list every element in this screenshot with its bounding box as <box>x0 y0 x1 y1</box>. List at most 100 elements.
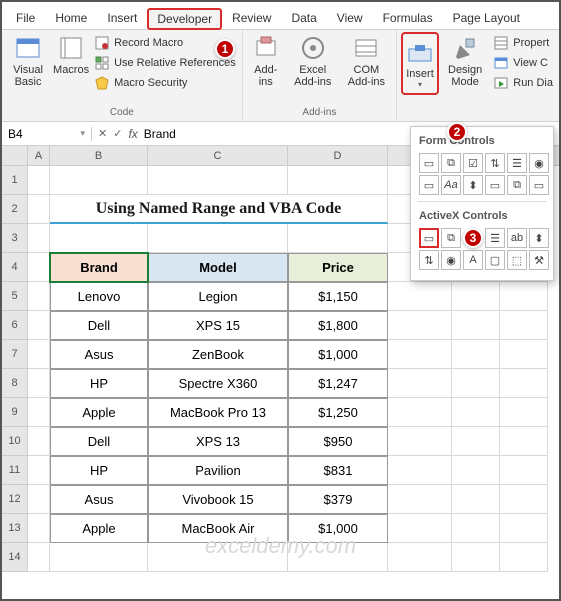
row-header[interactable]: 9 <box>2 398 28 427</box>
form-option-icon[interactable]: ◉ <box>529 153 549 173</box>
cell[interactable] <box>288 166 388 195</box>
cell-brand[interactable]: Asus <box>50 340 148 369</box>
run-dialog-button[interactable]: Run Dia <box>491 74 555 92</box>
header-price[interactable]: Price <box>288 253 388 282</box>
col-header-d[interactable]: D <box>288 146 388 165</box>
row-header[interactable]: 3 <box>2 224 28 253</box>
select-all-corner[interactable] <box>2 146 28 165</box>
tab-view[interactable]: View <box>327 7 373 29</box>
form-checkbox-icon[interactable]: ☑ <box>463 153 483 173</box>
macros-button[interactable]: Macros <box>52 32 90 78</box>
row-header[interactable]: 13 <box>2 514 28 543</box>
cell[interactable] <box>28 369 50 398</box>
cell-brand[interactable]: HP <box>50 456 148 485</box>
cell-price[interactable]: $1,000 <box>288 340 388 369</box>
activex-image-icon[interactable]: ▢ <box>485 250 505 270</box>
row-header[interactable]: 6 <box>2 311 28 340</box>
cell-brand[interactable]: Dell <box>50 311 148 340</box>
cell-model[interactable]: MacBook Air <box>148 514 288 543</box>
cell[interactable] <box>452 340 500 369</box>
cell[interactable] <box>148 224 288 253</box>
cell-brand[interactable]: Dell <box>50 427 148 456</box>
activex-combobox-icon[interactable]: ⧉ <box>441 228 461 248</box>
tab-file[interactable]: File <box>6 7 45 29</box>
row-header[interactable]: 4 <box>2 253 28 282</box>
cell[interactable] <box>288 543 388 572</box>
cell[interactable] <box>28 282 50 311</box>
cell[interactable] <box>28 224 50 253</box>
cell[interactable] <box>452 543 500 572</box>
form-scrollbar-icon[interactable]: ⬍ <box>463 175 483 195</box>
col-header-c[interactable]: C <box>148 146 288 165</box>
tab-review[interactable]: Review <box>222 7 281 29</box>
row-header[interactable]: 8 <box>2 369 28 398</box>
cell-price[interactable]: $950 <box>288 427 388 456</box>
cell[interactable] <box>28 166 50 195</box>
cell[interactable] <box>50 166 148 195</box>
cell[interactable] <box>148 543 288 572</box>
form-edit-icon[interactable]: ▭ <box>529 175 549 195</box>
enter-formula-icon[interactable]: ✓ <box>113 127 122 140</box>
header-brand[interactable]: Brand <box>50 253 148 282</box>
tab-home[interactable]: Home <box>45 7 97 29</box>
cell-model[interactable]: XPS 13 <box>148 427 288 456</box>
name-box[interactable]: B4▾ <box>2 127 92 141</box>
cell[interactable] <box>28 195 50 224</box>
activex-label-icon[interactable]: A <box>463 250 483 270</box>
cell[interactable] <box>388 485 452 514</box>
cell[interactable] <box>388 369 452 398</box>
cell[interactable] <box>288 224 388 253</box>
cell[interactable] <box>148 166 288 195</box>
cell[interactable] <box>50 543 148 572</box>
col-header-b[interactable]: B <box>50 146 148 165</box>
title-cell[interactable]: Using Named Range and VBA Code <box>50 195 388 224</box>
cell-brand[interactable]: Lenovo <box>50 282 148 311</box>
cell-price[interactable]: $1,150 <box>288 282 388 311</box>
cell[interactable] <box>500 543 548 572</box>
form-listbox-icon[interactable]: ☰ <box>507 153 527 173</box>
cell[interactable] <box>388 398 452 427</box>
tab-pagelayout[interactable]: Page Layout <box>443 7 530 29</box>
cell-price[interactable]: $1,250 <box>288 398 388 427</box>
cell-price[interactable]: $379 <box>288 485 388 514</box>
cell[interactable] <box>452 485 500 514</box>
cell-price[interactable]: $1,000 <box>288 514 388 543</box>
cell[interactable] <box>28 543 50 572</box>
activex-more-icon[interactable]: ⚒ <box>529 250 549 270</box>
cell-model[interactable]: MacBook Pro 13 <box>148 398 288 427</box>
cell[interactable] <box>388 340 452 369</box>
cell[interactable] <box>452 369 500 398</box>
cell[interactable] <box>388 311 452 340</box>
row-header[interactable]: 12 <box>2 485 28 514</box>
cell-model[interactable]: ZenBook <box>148 340 288 369</box>
design-mode-button[interactable]: Design Mode <box>441 32 489 90</box>
cell-brand[interactable]: Apple <box>50 514 148 543</box>
row-header[interactable]: 7 <box>2 340 28 369</box>
cell[interactable] <box>500 340 548 369</box>
activex-command-button-icon[interactable]: ▭ <box>419 228 439 248</box>
cell[interactable] <box>388 514 452 543</box>
col-header-a[interactable]: A <box>28 146 50 165</box>
addins-button[interactable]: Add- ins <box>247 32 285 90</box>
form-combo-icon[interactable]: ⧉ <box>507 175 527 195</box>
cell[interactable] <box>500 311 548 340</box>
macro-security-button[interactable]: Macro Security <box>92 74 238 92</box>
form-label-icon[interactable]: Aa <box>441 175 461 195</box>
fx-icon[interactable]: fx <box>128 127 137 141</box>
cell[interactable] <box>388 543 452 572</box>
activex-scrollbar-icon[interactable]: ⬍ <box>529 228 549 248</box>
activex-listbox-icon[interactable]: ☰ <box>485 228 505 248</box>
cell[interactable] <box>28 485 50 514</box>
cell[interactable] <box>28 398 50 427</box>
cancel-formula-icon[interactable]: ✕ <box>98 127 107 140</box>
cell[interactable] <box>500 427 548 456</box>
cell[interactable] <box>452 456 500 485</box>
activex-toggle-icon[interactable]: ⬚ <box>507 250 527 270</box>
cell[interactable] <box>500 282 548 311</box>
cell-price[interactable]: $831 <box>288 456 388 485</box>
cell[interactable] <box>28 514 50 543</box>
form-spinner-icon[interactable]: ⇅ <box>485 153 505 173</box>
tab-developer[interactable]: Developer <box>147 8 222 30</box>
cell[interactable] <box>500 398 548 427</box>
header-model[interactable]: Model <box>148 253 288 282</box>
